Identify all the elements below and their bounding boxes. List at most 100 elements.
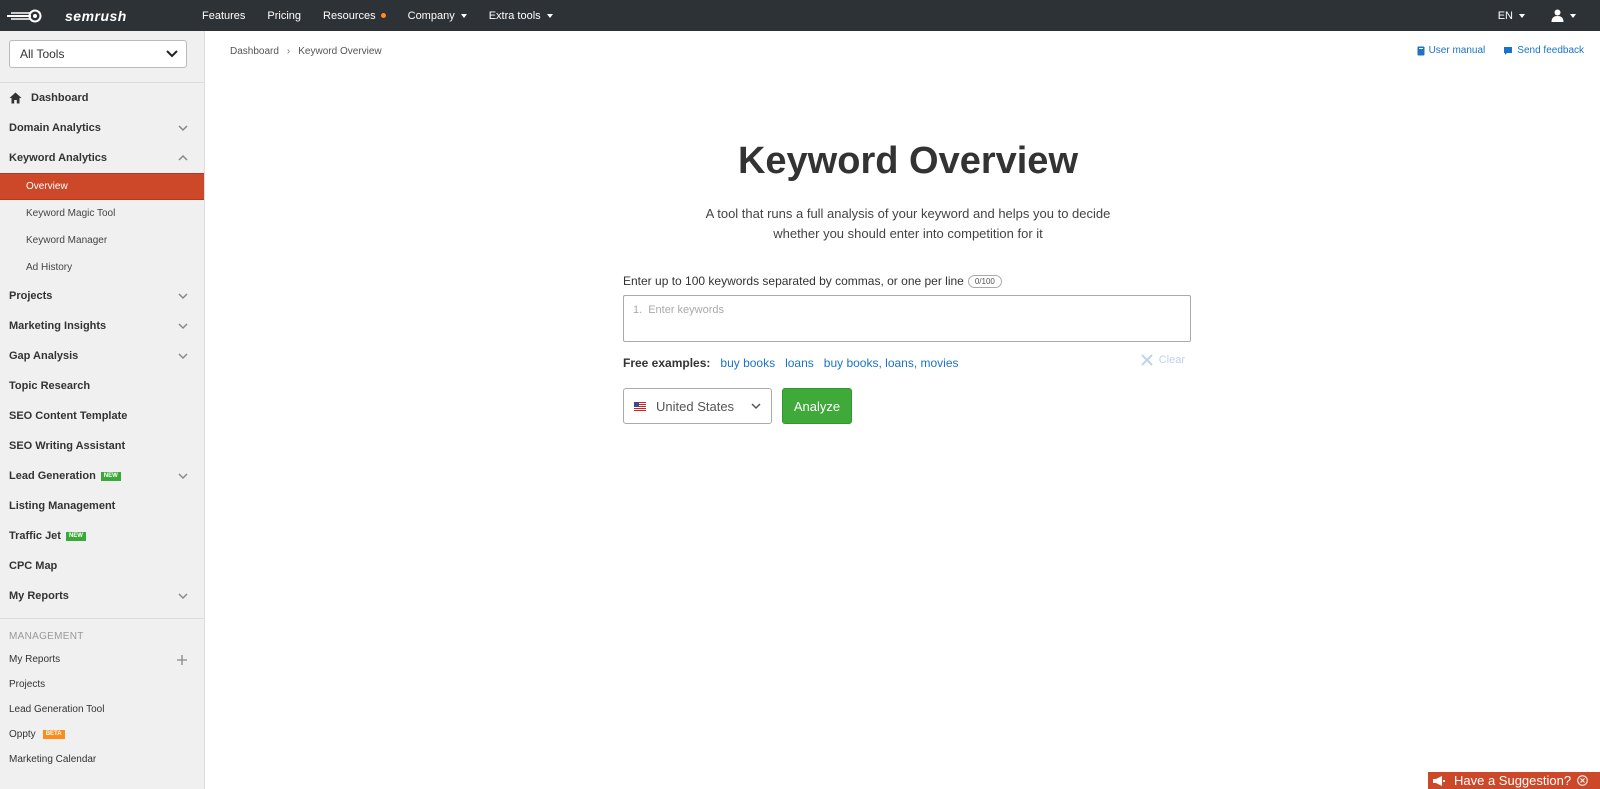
keywords-input[interactable]: 1. Enter keywords — [623, 295, 1191, 342]
management-item-projects[interactable]: Projects — [0, 672, 204, 697]
management-item-label: Marketing Calendar — [9, 754, 97, 765]
chevron-down-icon — [178, 323, 188, 330]
sidebar-subitem-keyword-manager[interactable]: Keyword Manager — [0, 227, 204, 254]
sidebar-item-label: Projects — [9, 290, 53, 302]
sidebar-item-listing-management[interactable]: Listing Management — [0, 491, 204, 521]
sidebar-item-marketing-insights[interactable]: Marketing Insights — [0, 311, 204, 341]
sidebar-item-projects[interactable]: Projects — [0, 281, 204, 311]
nav-extra-tools[interactable]: Extra tools — [489, 10, 553, 22]
sidebar-subitem-ad-history[interactable]: Ad History — [0, 254, 204, 281]
caret-down-icon — [1519, 13, 1525, 18]
chevron-down-icon — [166, 50, 178, 58]
user-menu[interactable] — [1551, 9, 1576, 22]
sidebar-item-label: Marketing Insights — [9, 320, 107, 332]
management-item-marketing-calendar[interactable]: Marketing Calendar — [0, 747, 204, 772]
keyword-hint-text: Enter up to 100 keywords separated by co… — [623, 274, 964, 288]
management-item-my-reports[interactable]: My Reports — [0, 647, 204, 672]
free-examples: Free examples: buy books loans buy books… — [623, 354, 1191, 372]
page-title: Keyword Overview — [737, 140, 1079, 182]
database-value: United States — [656, 398, 735, 414]
clear-button[interactable]: Clear — [1140, 354, 1185, 366]
sidebar-item-dashboard[interactable]: Dashboard — [0, 83, 204, 113]
analyze-button[interactable]: Analyze — [782, 388, 852, 424]
sidebar-item-label: Keyword Analytics — [9, 152, 108, 164]
user-icon — [1551, 9, 1564, 22]
send-feedback-link[interactable]: Send feedback — [1503, 45, 1584, 56]
breadcrumb-dashboard-link[interactable]: Dashboard — [230, 46, 279, 57]
caret-down-icon — [1570, 13, 1576, 18]
free-examples-label: Free examples: — [623, 356, 711, 370]
example-link-buy-books[interactable]: buy books — [720, 356, 775, 370]
user-manual-link[interactable]: User manual — [1417, 45, 1486, 56]
nav-pricing[interactable]: Pricing — [267, 10, 301, 22]
management-item-label: My Reports — [9, 654, 61, 665]
sidebar-item-label: Lead Generation — [9, 470, 96, 482]
new-badge: NEW — [100, 471, 121, 481]
breadcrumb: Dashboard › Keyword Overview — [230, 46, 382, 57]
chevron-down-icon — [178, 473, 188, 480]
keyword-form: Enter up to 100 keywords separated by co… — [623, 272, 1191, 424]
book-icon — [1417, 46, 1425, 55]
management-divider — [0, 618, 204, 619]
sidebar-item-keyword-analytics[interactable]: Keyword Analytics — [0, 143, 204, 173]
breadcrumb-current: Keyword Overview — [298, 46, 382, 57]
subtitle-line-1: A tool that runs a full analysis of your… — [705, 206, 1111, 221]
sidebar-item-domain-analytics[interactable]: Domain Analytics — [0, 113, 204, 143]
tools-select-value: All Tools — [20, 47, 65, 61]
sidebar-item-cpc-map[interactable]: CPC Map — [0, 551, 204, 581]
sidebar-item-label: Topic Research — [9, 380, 91, 392]
management-item-lead-generation-tool[interactable]: Lead Generation Tool — [0, 697, 204, 722]
chevron-down-icon — [178, 293, 188, 300]
example-link-loans[interactable]: loans — [785, 356, 814, 370]
sidebar-subitem-keyword-magic-tool[interactable]: Keyword Magic Tool — [0, 200, 204, 227]
sidebar-subitem-overview[interactable]: Overview — [0, 173, 204, 200]
nav-resources[interactable]: Resources — [323, 10, 386, 22]
home-icon — [9, 92, 22, 104]
database-select[interactable]: United States — [623, 388, 772, 424]
form-controls: United States Analyze — [623, 388, 1191, 424]
caret-down-icon — [546, 13, 553, 18]
sidebar-item-seo-content-template[interactable]: SEO Content Template — [0, 401, 204, 431]
nav-pricing-label: Pricing — [267, 9, 302, 22]
management-item-label: Oppty — [9, 729, 36, 740]
semrush-logo[interactable]: semrush — [5, 0, 180, 31]
user-manual-label: User manual — [1428, 45, 1486, 56]
suggestion-widget[interactable]: Have a Suggestion? — [1428, 772, 1600, 789]
example-link-buy-books-loans-movies[interactable]: buy books, loans, movies — [824, 356, 959, 370]
sidebar-item-label: Listing Management — [9, 500, 116, 512]
close-circle-icon[interactable] — [1577, 775, 1588, 786]
sidebar-item-seo-writing-assistant[interactable]: SEO Writing Assistant — [0, 431, 204, 461]
sidebar-item-topic-research[interactable]: Topic Research — [0, 371, 204, 401]
tools-select[interactable]: All Tools — [9, 40, 187, 68]
nav-features[interactable]: Features — [202, 10, 245, 22]
chevron-down-icon — [178, 125, 188, 132]
sidebar-item-label: CPC Map — [9, 560, 58, 572]
brand-name: semrush — [65, 7, 127, 24]
plus-icon[interactable] — [177, 654, 187, 665]
sidebar-item-lead-generation[interactable]: Lead Generation NEW — [0, 461, 204, 491]
nav-company[interactable]: Company — [408, 10, 467, 22]
sidebar-item-traffic-jet[interactable]: Traffic Jet NEW — [0, 521, 204, 551]
sidebar-item-label: Gap Analysis — [9, 350, 79, 362]
megaphone-icon — [1433, 775, 1445, 786]
sidebar-item-label: Overview — [26, 181, 68, 192]
speech-bubble-icon — [1504, 46, 1513, 55]
sidebar-item-label: SEO Content Template — [9, 410, 128, 422]
clear-label: Clear — [1158, 354, 1185, 366]
sidebar-item-gap-analysis[interactable]: Gap Analysis — [0, 341, 204, 371]
subtitle-line-2: whether you should enter into competitio… — [773, 226, 1043, 241]
management-item-label: Projects — [9, 679, 46, 690]
nav-company-label: Company — [407, 9, 455, 22]
caret-down-icon — [460, 13, 467, 18]
sidebar-item-label: Keyword Manager — [26, 235, 108, 246]
management-heading: MANAGEMENT — [9, 630, 84, 642]
language-selector[interactable]: EN — [1498, 10, 1525, 22]
chevron-down-icon — [178, 353, 188, 360]
nav-extra-tools-label: Extra tools — [488, 9, 541, 22]
sidebar: All Tools Dashboard Domain Analytics Key… — [0, 31, 205, 789]
management-section: MANAGEMENT My Reports Projects Lead Gene… — [0, 625, 204, 772]
management-item-oppty[interactable]: Oppty BETA — [0, 722, 204, 747]
help-links: User manual Send feedback — [1399, 45, 1584, 56]
beta-badge: BETA — [42, 730, 65, 739]
sidebar-item-my-reports[interactable]: My Reports — [0, 581, 204, 611]
